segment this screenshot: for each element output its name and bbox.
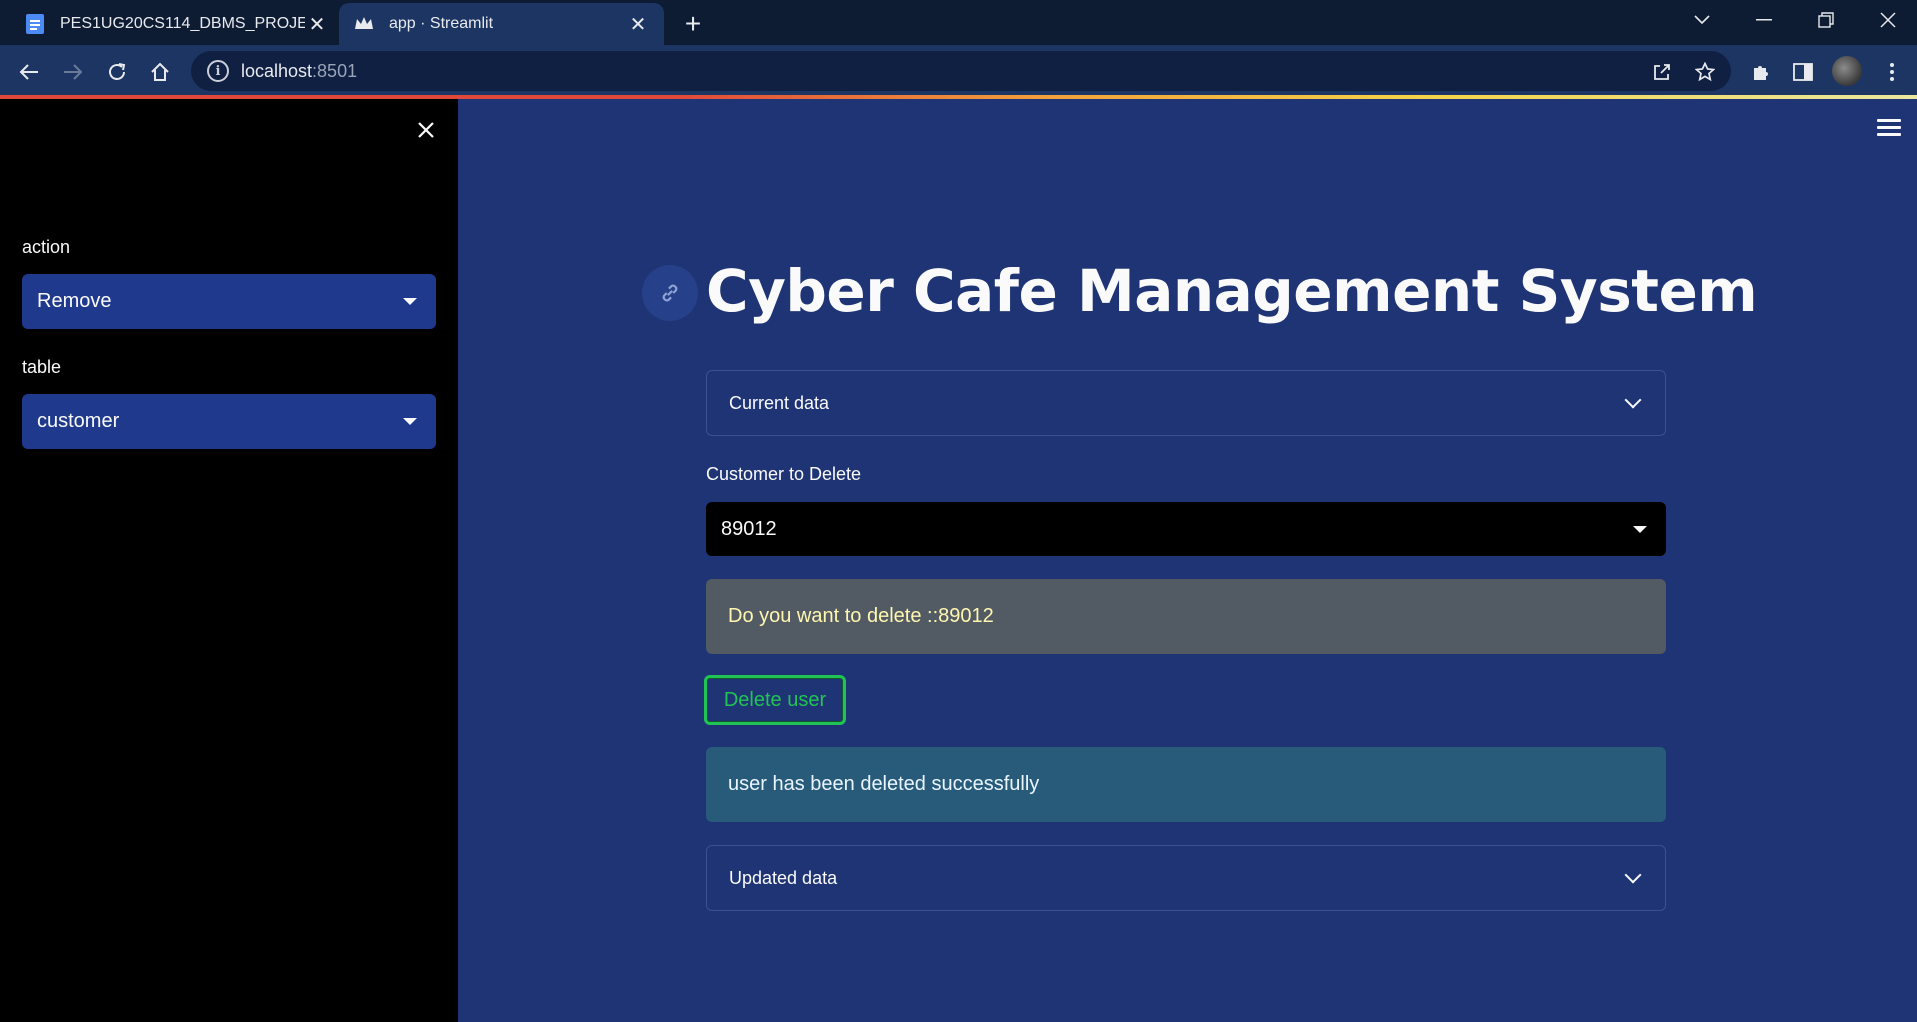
tab-title: app · Streamlit [389, 15, 494, 32]
address-bar[interactable]: i localhost:8501 [191, 51, 1731, 91]
new-tab-icon[interactable]: + [678, 8, 708, 40]
link-anchor-icon[interactable] [642, 265, 698, 321]
updated-data-expander[interactable]: Updated data [706, 845, 1666, 911]
warning-text: Do you want to delete ::89012 [728, 605, 994, 627]
expander-label: Updated data [729, 867, 838, 888]
tab-streamlit[interactable]: app · Streamlit ✕ [339, 3, 664, 45]
table-select[interactable]: customer [22, 394, 436, 449]
share-icon[interactable] [1645, 55, 1679, 89]
close-sidebar-icon[interactable] [411, 115, 441, 145]
caret-down-icon [1633, 525, 1647, 533]
customer-select-value: 89012 [721, 517, 777, 540]
close-window-icon[interactable] [1858, 0, 1917, 40]
tab-title: PES1UG20CS114_DBMS_PROJECT [60, 15, 305, 32]
restore-icon[interactable] [1796, 0, 1856, 40]
hamburger-menu-icon[interactable] [1877, 119, 1901, 139]
action-select-value: Remove [37, 290, 112, 312]
expander-label: Current data [729, 392, 830, 413]
current-data-expander[interactable]: Current data [706, 370, 1666, 436]
tab-search-chevron-icon[interactable] [1672, 0, 1732, 40]
reload-icon[interactable] [100, 55, 134, 89]
url-port: :8501 [312, 60, 358, 81]
browser-toolbar: i localhost:8501 [0, 45, 1917, 97]
caret-down-icon [403, 418, 417, 425]
profile-avatar[interactable] [1832, 56, 1862, 86]
success-message: user has been deleted successfully [706, 747, 1666, 822]
side-panel-icon[interactable] [1786, 55, 1820, 89]
caret-down-icon [403, 298, 417, 305]
url-host: localhost [241, 60, 313, 81]
success-text: user has been deleted successfully [728, 773, 1040, 795]
streamlit-crown-icon [353, 13, 375, 35]
table-select-value: customer [37, 410, 120, 432]
tab-close-icon[interactable]: ✕ [626, 12, 650, 37]
main-content: Cyber Cafe Management System Current dat… [458, 99, 1917, 1022]
tab-docs[interactable]: PES1UG20CS114_DBMS_PROJECT ✕ [10, 3, 343, 45]
chevron-down-icon [1624, 866, 1642, 884]
browser-tab-bar: PES1UG20CS114_DBMS_PROJECT ✕ app · Strea… [0, 0, 1917, 45]
action-select[interactable]: Remove [22, 274, 436, 329]
action-label: action [22, 237, 71, 257]
delete-user-button[interactable]: Delete user [704, 675, 846, 725]
home-icon[interactable] [143, 55, 177, 89]
page-title: Cyber Cafe Management System [706, 257, 1758, 325]
extensions-icon[interactable] [1743, 55, 1777, 89]
customer-to-delete-label: Customer to Delete [706, 464, 862, 484]
tab-close-icon[interactable]: ✕ [305, 12, 329, 37]
delete-confirm-warning: Do you want to delete ::89012 [706, 579, 1666, 654]
sidebar: action Remove table customer [0, 99, 458, 1022]
back-icon[interactable] [12, 55, 46, 89]
site-info-icon[interactable]: i [207, 60, 229, 82]
minimize-icon[interactable] [1734, 0, 1794, 40]
chevron-down-icon [1624, 391, 1642, 409]
more-menu-icon[interactable] [1875, 55, 1909, 89]
customer-select[interactable]: 89012 [706, 502, 1666, 556]
forward-icon[interactable] [56, 55, 90, 89]
bookmark-star-icon[interactable] [1688, 55, 1722, 89]
docs-icon [24, 13, 46, 35]
table-label: table [22, 357, 62, 377]
